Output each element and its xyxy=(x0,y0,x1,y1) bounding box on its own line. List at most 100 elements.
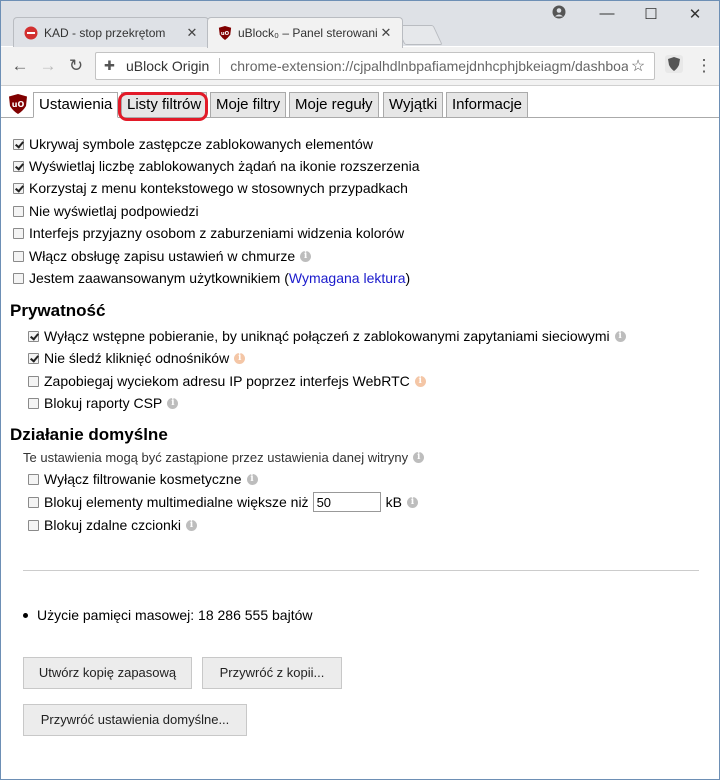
setting-label: Blokuj raporty CSP xyxy=(44,395,163,411)
forward-arrow-icon[interactable]: → xyxy=(37,55,59,77)
checkbox[interactable] xyxy=(28,397,39,409)
setting-label: Nie śledź kliknięć odnośników xyxy=(44,350,230,366)
warning-info-icon[interactable]: i xyxy=(414,375,426,387)
reload-icon[interactable]: ↻ xyxy=(65,55,87,77)
setting-label: Zapobiegaj wyciekom adresu IP poprzez in… xyxy=(44,373,410,389)
info-icon[interactable]: i xyxy=(246,473,258,485)
checkbox[interactable] xyxy=(28,473,39,485)
close-tab-icon[interactable]: ✕ xyxy=(378,25,394,41)
info-icon[interactable]: i xyxy=(614,330,626,342)
extension-puzzle-icon: ✚ xyxy=(104,58,115,73)
address-separator xyxy=(219,58,221,74)
info-icon[interactable]: i xyxy=(413,452,425,463)
minimize-button[interactable]: — xyxy=(592,5,622,22)
required-reading-link[interactable]: Wymagana lektura xyxy=(289,270,406,286)
setting-label: Wyłącz wstępne pobieranie, by uniknąć po… xyxy=(44,328,610,344)
browser-tab-ublock[interactable]: uO uBlock₀ – Panel sterowania ✕ xyxy=(207,17,403,48)
checkbox[interactable] xyxy=(13,160,24,172)
setting-row[interactable]: Wyłącz filtrowanie kosmetyczne i xyxy=(28,471,258,487)
tab-whitelist[interactable]: Wyjątki xyxy=(383,92,444,118)
reset-defaults-button[interactable]: Przywróć ustawienia domyślne... xyxy=(23,704,247,736)
setting-row[interactable]: Jestem zaawansowanym użytkownikiem (Wyma… xyxy=(13,270,410,286)
setting-label: Nie wyświetlaj podpowiedzi xyxy=(29,203,199,219)
checkbox[interactable] xyxy=(28,330,39,342)
media-size-input[interactable] xyxy=(312,492,381,512)
checkbox[interactable] xyxy=(28,352,39,364)
ublock-shield-icon: uO xyxy=(218,26,232,40)
checkbox[interactable] xyxy=(13,138,24,150)
setting-label: Blokuj zdalne czcionki xyxy=(44,517,181,533)
setting-row[interactable]: Ukrywaj symbole zastępcze zablokowanych … xyxy=(13,136,373,152)
site-name: uBlock Origin xyxy=(126,58,210,74)
setting-label: Interfejs przyjazny osobom z zaburzeniam… xyxy=(29,225,405,241)
note-text: Te ustawienia mogą być zastąpione przez … xyxy=(23,450,409,465)
browser-tab-title: KAD - stop przekrętom xyxy=(44,25,166,40)
setting-label: Wyświetlaj liczbę zablokowanych żądań na… xyxy=(29,158,420,174)
setting-label: Blokuj elementy multimedialne większe ni… xyxy=(44,494,309,510)
checkbox[interactable] xyxy=(13,182,24,194)
checkbox[interactable] xyxy=(13,227,24,239)
setting-label: Jestem zaawansowanym użytkownikiem xyxy=(29,270,281,286)
tab-my-rules[interactable]: Moje reguły xyxy=(289,92,379,118)
setting-row[interactable]: Blokuj zdalne czcionki i xyxy=(28,517,197,533)
setting-row[interactable]: Nie śledź kliknięć odnośników i xyxy=(28,350,246,366)
setting-row[interactable]: Wyświetlaj liczbę zablokowanych żądań na… xyxy=(13,158,420,174)
maximize-button[interactable]: ☐ xyxy=(636,5,666,23)
url-text[interactable]: chrome-extension://cjpalhdlnbpafiamejdnh… xyxy=(230,58,628,74)
setting-row[interactable]: Blokuj raporty CSP i xyxy=(28,395,179,411)
info-icon[interactable]: i xyxy=(406,496,418,508)
setting-row[interactable]: Włącz obsługę zapisu ustawień w chmurze … xyxy=(13,248,312,264)
checkbox[interactable] xyxy=(28,496,39,508)
setting-label: Włącz obsługę zapisu ustawień w chmurze xyxy=(29,248,296,264)
checkbox[interactable] xyxy=(28,375,39,387)
info-icon[interactable]: i xyxy=(300,250,312,262)
setting-row[interactable]: Wyłącz wstępne pobieranie, by uniknąć po… xyxy=(28,328,626,344)
browser-tab-kad[interactable]: KAD - stop przekrętom ✕ xyxy=(13,17,209,47)
setting-row[interactable]: Korzystaj z menu kontekstowego w stosown… xyxy=(13,180,408,196)
setting-row[interactable]: Interfejs przyjazny osobom z zaburzeniam… xyxy=(13,225,404,241)
memory-usage-text: Użycie pamięci masowej: 18 286 555 bajtó… xyxy=(37,607,313,623)
profile-icon[interactable] xyxy=(544,5,574,23)
info-icon[interactable]: i xyxy=(167,397,179,409)
back-arrow-icon[interactable]: ← xyxy=(9,55,31,77)
checkbox[interactable] xyxy=(13,205,24,217)
close-tab-icon[interactable]: ✕ xyxy=(184,25,200,41)
close-window-button[interactable]: ✕ xyxy=(680,5,710,23)
tab-filter-lists[interactable]: Listy filtrów xyxy=(121,92,208,118)
warning-info-icon[interactable]: i xyxy=(234,352,246,364)
info-icon[interactable]: i xyxy=(185,519,197,531)
divider xyxy=(23,570,699,571)
bullet-dot xyxy=(23,612,28,618)
ublock-toolbar-icon[interactable] xyxy=(663,54,685,76)
svg-text:uO: uO xyxy=(221,31,230,37)
dashboard-tabs: uO Ustawienia Listy filtrów Moje filtry … xyxy=(1,86,719,121)
browser-tab-title: uBlock₀ – Panel sterowania xyxy=(238,26,378,40)
privacy-heading: Prywatność xyxy=(10,301,106,320)
checkbox[interactable] xyxy=(28,519,39,531)
stop-sign-icon xyxy=(24,26,38,39)
tab-about[interactable]: Informacje xyxy=(446,92,529,118)
setting-label: Ukrywaj symbole zastępcze zablokowanych … xyxy=(29,136,373,152)
browser-window: KAD - stop przekrętom ✕ uO uBlock₀ – Pan… xyxy=(0,0,720,780)
setting-row[interactable]: Blokuj elementy multimedialne większe ni… xyxy=(28,492,418,512)
tab-settings[interactable]: Ustawienia xyxy=(33,92,119,118)
svg-text:uO: uO xyxy=(12,100,25,109)
ublock-logo-icon: uO xyxy=(9,94,27,114)
tab-strip: KAD - stop przekrętom ✕ uO uBlock₀ – Pan… xyxy=(1,1,719,48)
dashboard-page: uO Ustawienia Listy filtrów Moje filtry … xyxy=(1,86,719,779)
tab-my-filters[interactable]: Moje filtry xyxy=(210,92,287,118)
default-behavior-note: Te ustawienia mogą być zastąpione przez … xyxy=(23,450,425,465)
bookmark-star-icon[interactable]: ☆ xyxy=(628,56,648,76)
restore-button[interactable]: Przywróć z kopii... xyxy=(202,657,342,689)
setting-row[interactable]: Zapobiegaj wyciekom adresu IP poprzez in… xyxy=(28,373,426,389)
setting-row[interactable]: Nie wyświetlaj podpowiedzi xyxy=(13,203,199,219)
unit-label: kB xyxy=(385,494,402,510)
address-bar[interactable]: ✚ uBlock Origin chrome-extension://cjpal… xyxy=(95,52,655,80)
backup-button[interactable]: Utwórz kopię zapasową xyxy=(23,657,192,689)
memory-usage-item: Użycie pamięci masowej: 18 286 555 bajtó… xyxy=(23,607,312,623)
link-paren-close: ) xyxy=(405,270,411,286)
checkbox[interactable] xyxy=(13,250,24,262)
checkbox[interactable] xyxy=(13,272,24,284)
menu-kebab-icon[interactable]: ⋮ xyxy=(693,55,715,77)
setting-label: Korzystaj z menu kontekstowego w stosown… xyxy=(29,180,408,196)
